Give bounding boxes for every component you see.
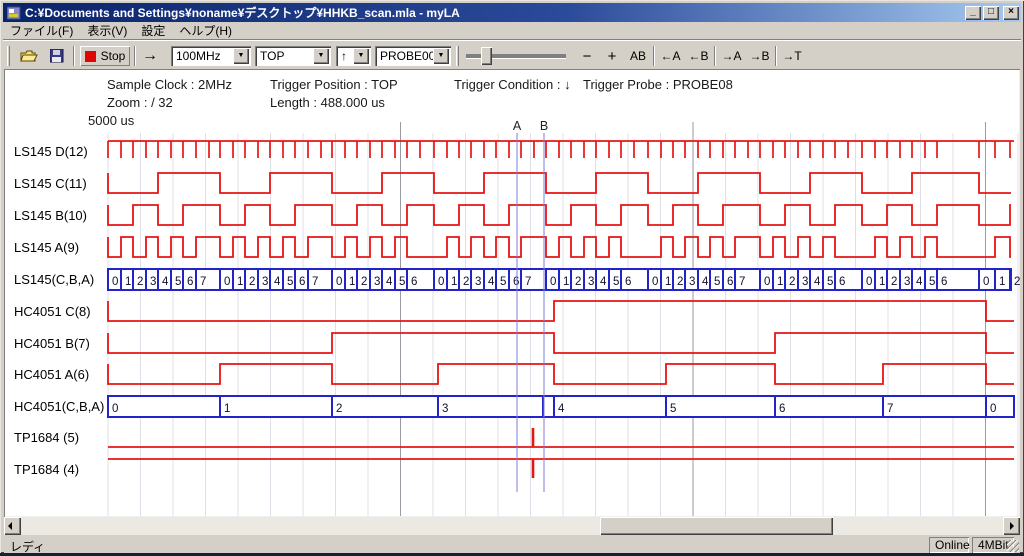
- window-title: C:¥Documents and Settings¥noname¥デスクトップ¥…: [25, 4, 965, 21]
- left-arrow-icon: [8, 522, 12, 530]
- zoom-in-button[interactable]: +: [601, 46, 623, 66]
- stop-icon: [85, 51, 96, 62]
- menu-file[interactable]: ファイル(F): [3, 21, 80, 40]
- trigger-probe-info: Trigger Probe : PROBE08: [583, 77, 733, 92]
- sample-clock-info: Sample Clock : 2MHz: [107, 77, 232, 92]
- goto-cursor-b-button[interactable]: ←B: [686, 46, 711, 66]
- open-file-button[interactable]: [16, 46, 42, 66]
- channel-label: TP1684 (4): [14, 462, 79, 477]
- save-button[interactable]: [45, 46, 69, 66]
- zoom-info: Zoom : / 32: [107, 95, 173, 110]
- trigger-position-info: Trigger Position : TOP: [270, 77, 398, 92]
- right-arrow-icon: [1010, 522, 1014, 530]
- minimize-button[interactable]: _: [965, 6, 981, 20]
- trigger-position-value: TOP: [255, 49, 313, 63]
- channel-label: LS145 B(10): [14, 208, 87, 223]
- app-window: C:¥Documents and Settings¥noname¥デスクトップ¥…: [0, 0, 1024, 553]
- channel-label: HC4051 A(6): [14, 367, 89, 382]
- toolbar-separator: [714, 46, 716, 66]
- scrollbar-thumb[interactable]: [600, 517, 833, 535]
- trigger-edge-combo[interactable]: ↑ ▼: [336, 46, 371, 66]
- toolbar-separator: [775, 46, 777, 66]
- chevron-down-icon[interactable]: ▼: [353, 48, 369, 64]
- trigger-probe-combo[interactable]: PROBE00 ▼: [375, 46, 451, 66]
- goto-trigger-button[interactable]: →T: [780, 46, 804, 66]
- length-info: Length : 488.000 us: [270, 95, 385, 110]
- trigger-edge-value: ↑: [336, 49, 353, 63]
- channel-label: HC4051 B(7): [14, 336, 90, 351]
- statusbar: レディ Online 4MBit: [4, 537, 1020, 553]
- menubar: ファイル(F) 表示(V) 設定 ヘルプ(H): [3, 22, 1021, 39]
- run-button[interactable]: →: [139, 46, 161, 66]
- status-ready: レディ: [10, 538, 45, 555]
- trigger-position-combo[interactable]: TOP ▼: [255, 46, 331, 66]
- channel-label: LS145(C,B,A): [14, 272, 94, 287]
- channel-label: HC4051 C(8): [14, 304, 91, 319]
- sample-clock-value: 100MHz: [171, 49, 233, 63]
- horizontal-scrollbar[interactable]: [4, 517, 1020, 535]
- set-cursor-b-button[interactable]: →B: [747, 46, 772, 66]
- channel-label: HC4051(C,B,A): [14, 399, 104, 414]
- channel-label: TP1684 (5): [14, 430, 79, 445]
- ab-range-button[interactable]: AB: [626, 46, 650, 66]
- app-icon: [7, 6, 21, 20]
- zoom-out-button[interactable]: −: [576, 46, 598, 66]
- channel-label: LS145 D(12): [14, 144, 88, 159]
- division-label: 5000 us: [88, 113, 134, 128]
- toolbar-grabber: [456, 46, 459, 66]
- chevron-down-icon[interactable]: ▼: [313, 48, 329, 64]
- waveform-panel: Sample Clock : 2MHz Trigger Position : T…: [4, 69, 1020, 517]
- scroll-right-button[interactable]: [1003, 517, 1020, 535]
- zoom-slider-thumb[interactable]: [481, 47, 492, 65]
- channel-label: LS145 C(11): [14, 176, 87, 191]
- menu-settings[interactable]: 設定: [134, 21, 172, 40]
- menu-help[interactable]: ヘルプ(H): [172, 21, 239, 40]
- status-online: Online: [929, 537, 969, 553]
- chevron-down-icon[interactable]: ▼: [233, 48, 249, 64]
- toolbar-separator: [73, 46, 75, 66]
- trigger-condition-info: Trigger Condition : ↓: [454, 77, 571, 92]
- resize-grip[interactable]: [1007, 540, 1019, 552]
- titlebar: C:¥Documents and Settings¥noname¥デスクトップ¥…: [3, 3, 1021, 22]
- toolbar-separator: [134, 46, 136, 66]
- open-folder-icon: [20, 49, 38, 63]
- toolbar-separator: [653, 46, 655, 66]
- trigger-probe-value: PROBE00: [375, 49, 433, 63]
- toolbar: Stop → 100MHz ▼ TOP ▼ ↑ ▼ PROBE00 ▼ − + …: [3, 39, 1021, 69]
- close-button[interactable]: ×: [1003, 6, 1019, 20]
- stop-label: Stop: [101, 49, 126, 63]
- goto-cursor-a-button[interactable]: ←A: [658, 46, 683, 66]
- channel-label: LS145 A(9): [14, 240, 79, 255]
- maximize-button[interactable]: □: [983, 6, 999, 20]
- chevron-down-icon[interactable]: ▼: [433, 48, 449, 64]
- menu-view[interactable]: 表示(V): [80, 21, 134, 40]
- scroll-left-button[interactable]: [4, 517, 21, 535]
- stop-button[interactable]: Stop: [80, 46, 130, 66]
- set-cursor-a-button[interactable]: →A: [719, 46, 744, 66]
- save-floppy-icon: [50, 49, 64, 63]
- toolbar-grabber: [7, 46, 10, 66]
- sample-clock-combo[interactable]: 100MHz ▼: [171, 46, 251, 66]
